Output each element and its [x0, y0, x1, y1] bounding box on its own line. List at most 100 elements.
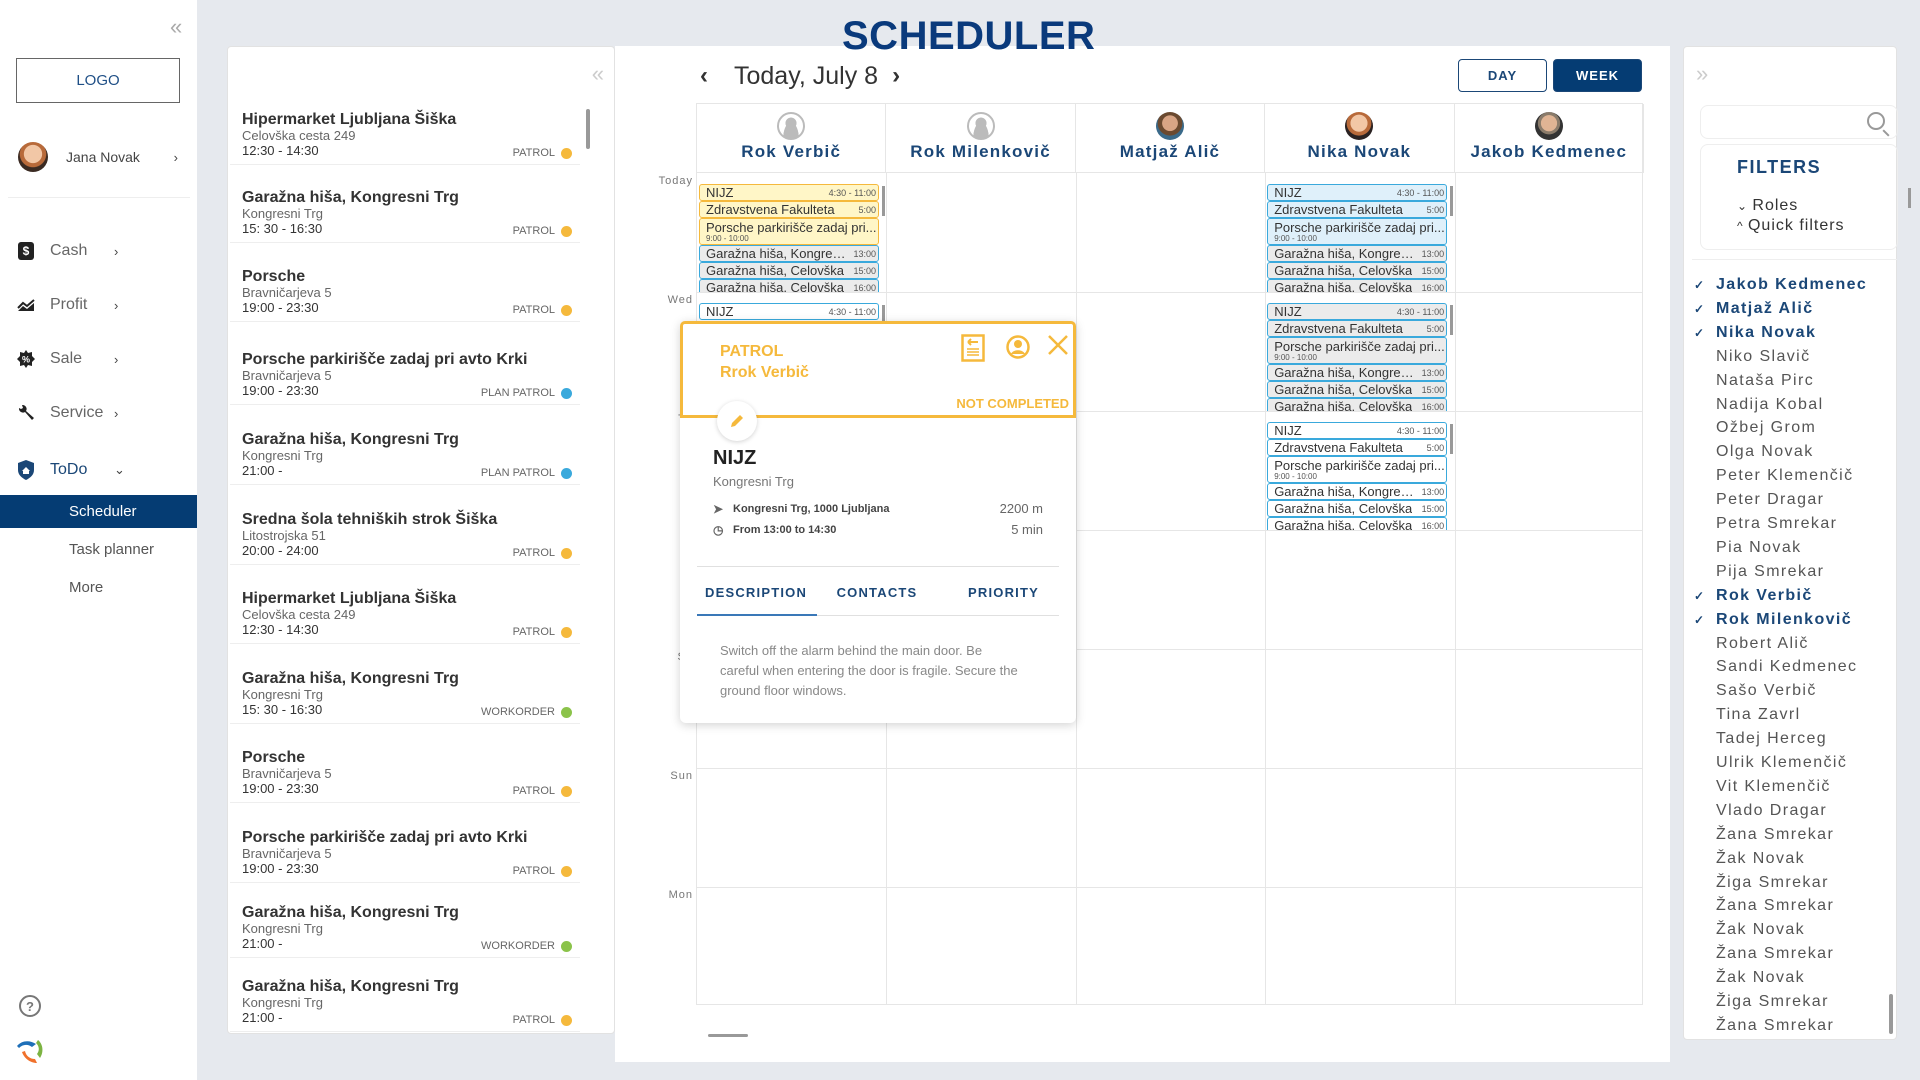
filter-person-item[interactable]: Žana Smrekar — [1694, 824, 1834, 846]
filter-person-item[interactable]: Ulrik Klemenčič — [1694, 752, 1847, 774]
filter-person-item[interactable]: Žiga Smrekar — [1694, 991, 1829, 1013]
calendar-event[interactable]: Zdravstvena Fakulteta 5:00 — [1267, 201, 1448, 218]
sidebar-subitem-scheduler[interactable]: Scheduler — [0, 495, 197, 528]
reassign-user-icon[interactable] — [1005, 334, 1031, 365]
calendar-event[interactable]: Porsche parkirišče zadaj pri... 9:00 - 10… — [1267, 218, 1448, 245]
calendar-event[interactable]: NIJZ 4:30 - 11:00 — [699, 303, 879, 320]
user-profile[interactable]: Jana Novak › — [18, 140, 178, 174]
close-icon[interactable] — [1047, 334, 1069, 361]
resource-column-header[interactable]: Nika Novak — [1265, 104, 1455, 173]
scrollbar[interactable] — [882, 186, 885, 216]
document-return-icon[interactable] — [961, 334, 985, 367]
task-list-item[interactable]: Porsche Bravničarjeva 5 19:00 - 23:30 PATRO… — [230, 243, 580, 322]
calendar-event[interactable]: Garažna hiša, Celovška 16:00 — [1267, 279, 1448, 292]
help-icon[interactable]: ? — [19, 995, 41, 1017]
filter-person-item[interactable]: ✓ Jakob Kedmenec — [1694, 274, 1867, 296]
tab-contacts[interactable]: CONTACTS — [817, 571, 937, 616]
filter-roles[interactable]: ⌄ Roles — [1737, 197, 1798, 215]
filter-person-item[interactable]: Žiga Smrekar — [1694, 872, 1829, 894]
scrollbar[interactable] — [1450, 305, 1454, 335]
filter-person-item[interactable]: Olga Novak — [1694, 441, 1814, 463]
day-view-button[interactable]: DAY — [1458, 59, 1547, 92]
task-list-item[interactable]: Hipermarket Ljubljana Šiška Celovška cest… — [230, 565, 580, 644]
filter-person-item[interactable]: Tina Zavrl — [1694, 704, 1801, 726]
calendar-event[interactable]: Garažna hiša, Celovška 16:00 — [1267, 398, 1448, 411]
task-list-item[interactable]: Garažna hiša, Kongresni Trg Kongresni Trg… — [230, 164, 580, 243]
filter-person-item[interactable]: Vlado Dragar — [1694, 800, 1827, 822]
filter-person-item[interactable]: Žana Smrekar — [1694, 943, 1834, 965]
sidebar-subitem-task-planner[interactable]: Task planner — [0, 533, 197, 566]
filter-person-item[interactable]: Nadija Kobal — [1694, 394, 1824, 416]
filter-person-item[interactable]: Robert Alič — [1694, 633, 1809, 655]
filter-person-item[interactable]: Niko Slavič — [1694, 346, 1811, 368]
filter-person-item[interactable]: Pija Smrekar — [1694, 561, 1824, 583]
tab-description[interactable]: DESCRIPTION — [697, 571, 817, 616]
sidebar-item-todo[interactable]: ToDo ⌄ — [16, 455, 181, 485]
sidebar-item-service[interactable]: Service › — [16, 398, 181, 428]
filter-person-item[interactable]: Žana Smrekar — [1694, 895, 1834, 917]
calendar-event[interactable]: Garažna hiša, Celovška 15:00 — [699, 262, 879, 279]
calendar-event[interactable]: Garažna hiša, Celovška 15:00 — [1267, 262, 1448, 279]
scrollbar[interactable] — [1908, 188, 1911, 208]
collapse-sidebar-icon[interactable]: « — [170, 14, 182, 40]
filter-person-item[interactable]: Pia Novak — [1694, 537, 1802, 559]
previous-date-button[interactable]: ‹ — [700, 62, 720, 90]
task-list-item[interactable]: Garažna hiša, Kongresni Trg Kongresni Trg… — [230, 644, 580, 724]
task-list-item[interactable]: Garažna hiša, Kongresni Trg Kongresni Trg… — [230, 883, 580, 958]
resource-column-header[interactable]: Jakob Kedmenec — [1454, 104, 1644, 173]
expand-panel-icon[interactable]: » — [1696, 61, 1708, 87]
calendar-event[interactable]: Garažna hiša, Celovška 15:00 — [1267, 381, 1448, 398]
horizontal-scrollbar[interactable] — [708, 1034, 748, 1037]
filter-person-item[interactable]: ✓ Rok Verbič — [1694, 585, 1813, 607]
task-list-item[interactable]: Porsche parkirišče zadaj pri avto Krki Br… — [230, 803, 580, 883]
calendar-event[interactable]: Zdravstvena Fakulteta 5:00 — [1267, 320, 1448, 337]
filter-person-item[interactable]: Ožbej Grom — [1694, 417, 1816, 439]
calendar-event[interactable]: Garažna hiša, Kongresni... 13:00 — [1267, 245, 1448, 262]
tab-priority[interactable]: PRIORITY — [937, 571, 1059, 616]
calendar-event[interactable]: Garažna hiša, Celovška 15:00 — [1267, 500, 1448, 517]
calendar-event[interactable]: Porsche parkirišče zadaj pri... 9:00 - 10… — [1267, 456, 1448, 483]
filter-person-item[interactable]: Nataša Pirc — [1694, 370, 1814, 392]
task-list-item[interactable]: Garažna hiša, Kongresni Trg Kongresni Trg… — [230, 405, 580, 485]
filter-person-item[interactable]: Sašo Verbič — [1694, 680, 1817, 702]
calendar-event[interactable]: NIJZ 4:30 - 11:00 — [699, 184, 879, 201]
filter-person-item[interactable]: Peter Klemenčič — [1694, 465, 1854, 487]
resource-column-header[interactable]: Rok Milenkovič — [886, 104, 1076, 173]
calendar-event[interactable]: NIJZ 4:30 - 11:00 — [1267, 422, 1448, 439]
next-date-button[interactable]: › — [892, 62, 912, 90]
filter-person-item[interactable]: Vit Klemenčič — [1694, 776, 1831, 798]
calendar-event[interactable]: Garažna hiša, Celovška 16:00 — [699, 279, 879, 292]
calendar-event[interactable]: NIJZ 4:30 - 11:00 — [1267, 303, 1448, 320]
calendar-event[interactable]: Garažna hiša, Kongresni... 13:00 — [699, 245, 879, 262]
calendar-event[interactable]: Porsche parkirišče zadaj pri... 9:00 - 10… — [1267, 337, 1448, 364]
resource-column-header[interactable]: Matjaž Alič — [1075, 104, 1266, 173]
collapse-panel-icon[interactable]: « — [592, 61, 604, 87]
filter-person-item[interactable]: Žana Smrekar — [1694, 1015, 1834, 1037]
calendar-event[interactable]: Garažna hiša, Kongresni... 13:00 — [1267, 364, 1448, 381]
task-list-item[interactable]: Sredna šola tehniških strok Šiška Litostr… — [230, 485, 580, 565]
calendar-event[interactable]: Zdravstvena Fakulteta 5:00 — [1267, 439, 1448, 456]
task-list-item[interactable]: Porsche parkirišče zadaj pri avto Krki Br… — [230, 322, 580, 405]
scrollbar[interactable] — [1889, 994, 1893, 1034]
calendar-event[interactable]: Zdravstvena Fakulteta 5:00 — [699, 201, 879, 218]
filter-person-item[interactable]: Tadej Herceg — [1694, 728, 1827, 750]
filter-person-item[interactable]: Peter Dragar — [1694, 489, 1824, 511]
task-list-item[interactable]: Hipermarket Ljubljana Šiška Celovška cest… — [230, 85, 580, 165]
task-list-item[interactable]: Garažna hiša, Kongresni Trg Kongresni Trg… — [230, 958, 580, 1032]
scrollbar[interactable] — [586, 109, 590, 149]
filter-person-item[interactable]: Žak Novak — [1694, 967, 1805, 989]
filter-quick-filters[interactable]: ^ Quick filters — [1737, 217, 1845, 235]
calendar-event[interactable]: Garažna hiša, Kongresni... 13:00 — [1267, 483, 1448, 500]
calendar-event[interactable]: Garažna hiša, Celovška 16:00 — [1267, 517, 1448, 530]
search-input[interactable] — [1700, 105, 1898, 139]
calendar-event[interactable]: Porsche parkirišče zadaj pri... 9:00 - 10… — [699, 218, 879, 245]
filter-person-item[interactable]: Petra Smrekar — [1694, 513, 1837, 535]
task-list-item[interactable]: Porsche Bravničarjeva 5 19:00 - 23:30 PATRO… — [230, 724, 580, 803]
filter-person-item[interactable]: Žak Novak — [1694, 848, 1805, 870]
filter-person-item[interactable]: ✓ Nika Novak — [1694, 322, 1816, 344]
edit-button[interactable] — [717, 401, 757, 441]
sidebar-item-profit[interactable]: Profit › — [16, 290, 181, 320]
sidebar-item-sale[interactable]: % Sale › — [16, 344, 181, 374]
filter-person-item[interactable]: Žak Novak — [1694, 919, 1805, 941]
resource-column-header[interactable]: Rok Verbič — [697, 104, 887, 173]
